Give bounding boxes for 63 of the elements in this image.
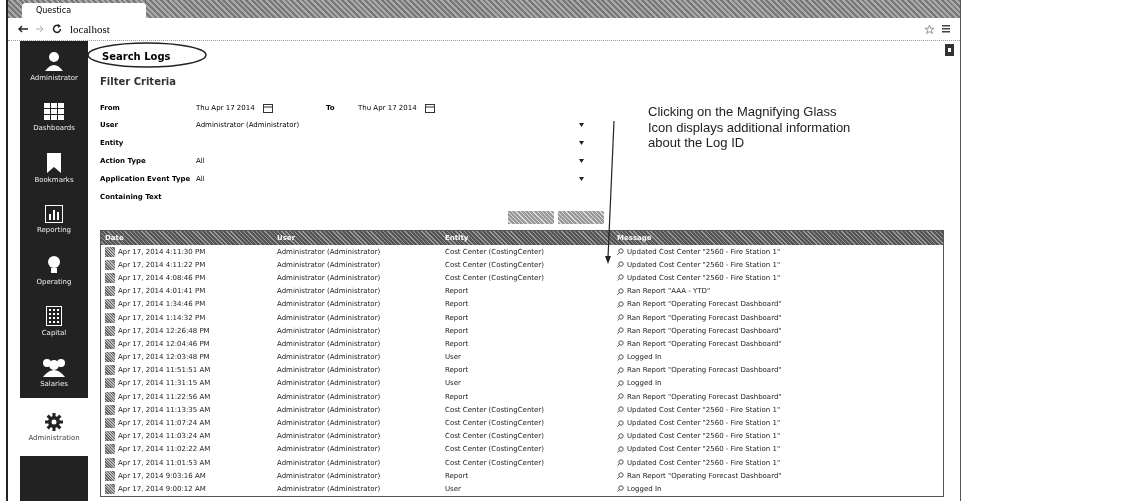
row-icon[interactable] bbox=[105, 325, 115, 336]
search-icon[interactable] bbox=[617, 300, 624, 308]
search-icon[interactable] bbox=[617, 248, 624, 256]
search-icon[interactable] bbox=[617, 287, 624, 295]
search-icon[interactable] bbox=[617, 419, 624, 427]
search-icon[interactable] bbox=[617, 353, 624, 361]
row-icon[interactable] bbox=[105, 272, 115, 283]
search-icon[interactable] bbox=[617, 393, 624, 401]
panel-icon[interactable] bbox=[945, 44, 954, 56]
row-icon[interactable] bbox=[105, 431, 115, 442]
bookmark-icon bbox=[47, 153, 61, 173]
search-icon[interactable] bbox=[617, 406, 624, 414]
caret-icon[interactable] bbox=[579, 177, 584, 181]
row-icon[interactable] bbox=[105, 444, 115, 455]
search-icon[interactable] bbox=[617, 261, 624, 269]
calendar-icon[interactable] bbox=[262, 103, 273, 113]
row-icon[interactable] bbox=[105, 365, 115, 376]
row-icon[interactable] bbox=[105, 286, 115, 297]
back-icon[interactable] bbox=[18, 25, 28, 33]
search-icon[interactable] bbox=[617, 327, 624, 335]
row-icon[interactable] bbox=[105, 378, 115, 389]
row-icon[interactable] bbox=[105, 418, 115, 429]
row-icon[interactable] bbox=[105, 338, 115, 349]
row-icon[interactable] bbox=[105, 352, 115, 363]
gear-icon bbox=[45, 412, 63, 431]
caret-icon[interactable] bbox=[579, 123, 584, 127]
search-icon[interactable] bbox=[617, 485, 624, 493]
search-icon[interactable] bbox=[617, 459, 624, 467]
caret-icon[interactable] bbox=[579, 159, 584, 163]
section-title: Filter Criteria bbox=[100, 76, 178, 87]
row-icon[interactable] bbox=[105, 299, 115, 310]
search-icon[interactable] bbox=[617, 379, 624, 387]
people-icon bbox=[41, 357, 67, 377]
user-icon bbox=[45, 51, 63, 71]
row-icon[interactable] bbox=[105, 246, 115, 257]
reload-icon[interactable] bbox=[52, 24, 62, 34]
building-icon bbox=[46, 306, 62, 326]
browser-tab[interactable]: Questica bbox=[22, 3, 146, 18]
row-icon[interactable] bbox=[105, 391, 115, 402]
search-icon[interactable] bbox=[617, 432, 624, 440]
search-icon[interactable] bbox=[617, 472, 624, 480]
calendar-icon[interactable] bbox=[424, 103, 435, 113]
search-icon[interactable] bbox=[617, 445, 624, 453]
page-title: Search Logs bbox=[101, 50, 171, 62]
menu-icon[interactable] bbox=[942, 25, 950, 33]
search-icon[interactable] bbox=[617, 366, 624, 374]
chart-icon bbox=[45, 205, 63, 223]
row-icon[interactable] bbox=[105, 470, 115, 481]
star-icon[interactable] bbox=[925, 24, 934, 34]
grid-icon bbox=[44, 103, 64, 121]
caret-icon[interactable] bbox=[579, 141, 584, 145]
annotation-text: Clicking on the Magnifying Glass Icon displays additional information about the Log ID bbox=[648, 104, 852, 151]
address-bar[interactable]: localhost bbox=[70, 23, 917, 35]
lightbulb-icon bbox=[47, 255, 61, 275]
row-icon[interactable] bbox=[105, 457, 115, 468]
row-icon[interactable] bbox=[105, 404, 115, 415]
row-icon[interactable] bbox=[105, 259, 115, 270]
search-icon[interactable] bbox=[617, 274, 624, 282]
search-icon[interactable] bbox=[617, 340, 624, 348]
row-icon[interactable] bbox=[105, 483, 115, 494]
row-icon[interactable] bbox=[105, 312, 115, 323]
search-icon[interactable] bbox=[617, 314, 624, 322]
sidebar-background bbox=[20, 456, 88, 501]
